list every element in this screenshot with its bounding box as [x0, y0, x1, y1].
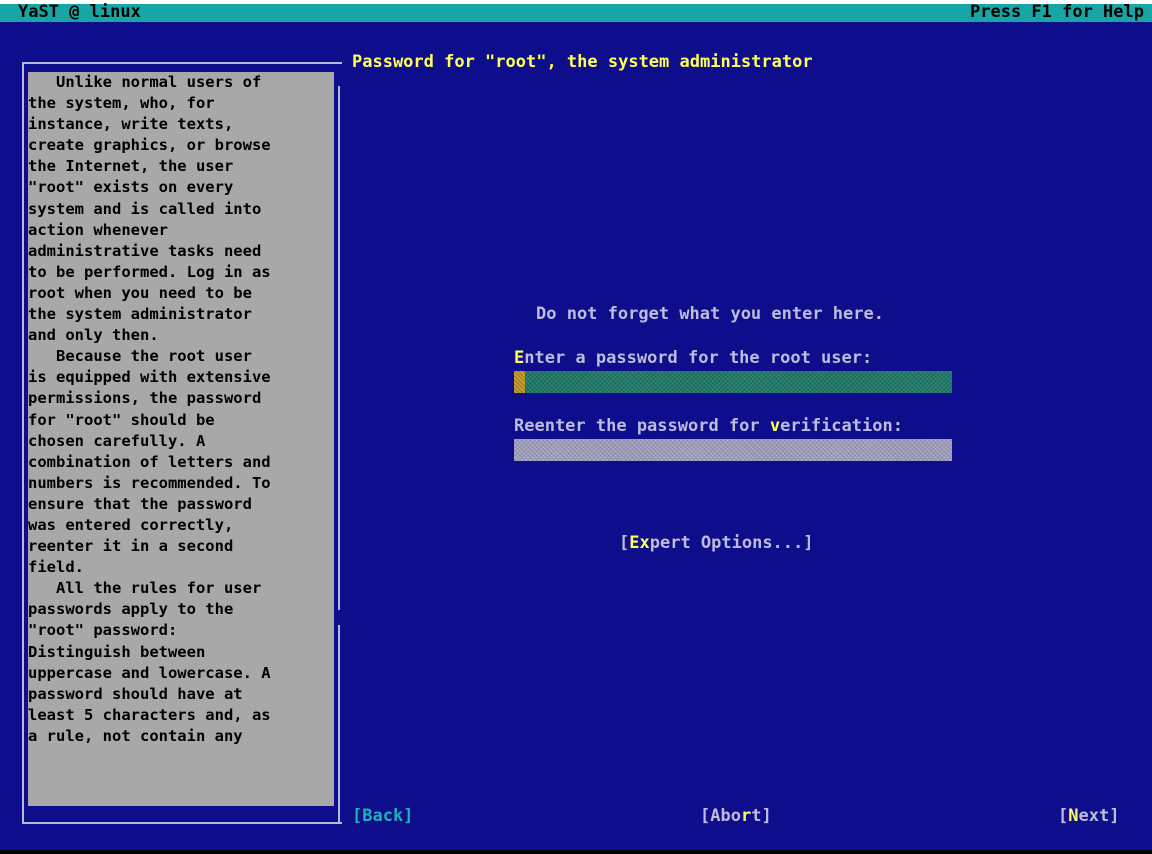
password-label-hotkey: E [514, 348, 525, 368]
password-field[interactable] [514, 371, 952, 393]
next-label-post: ext] [1078, 806, 1120, 826]
verify-label-hotkey: v [769, 416, 781, 436]
app-title: YaST @ linux [18, 2, 141, 22]
abort-hotkey: r [740, 806, 752, 826]
help-scrollbar-track-lower[interactable] [338, 625, 340, 824]
title-bar: YaST @ linux Press F1 for Help [0, 0, 1152, 22]
next-label-pre: [ [1058, 806, 1069, 826]
verify-label-text-pre: Reenter the password for [514, 416, 770, 436]
abort-label-pre: [Abo [700, 806, 741, 826]
help-text: Unlike normal users of the system, who, … [28, 73, 271, 745]
verify-password-field[interactable] [514, 439, 952, 461]
help-panel[interactable]: Unlike normal users of the system, who, … [28, 72, 334, 806]
dialog-title: Password for "root", the system administ… [352, 52, 813, 72]
hint-text: Do not forget what you enter here. [536, 304, 884, 324]
expert-options-bracket: [ [619, 533, 630, 553]
yast-screen: YaST @ linux Press F1 for Help Unlike no… [0, 0, 1152, 854]
password-label: Enter a password for the root user: [514, 348, 872, 368]
help-hint: Press F1 for Help [970, 2, 1144, 22]
text-cursor [514, 371, 525, 393]
abort-button[interactable]: [Abort] [700, 806, 772, 826]
password-label-text: nter a password for the root user: [524, 348, 873, 368]
abort-label-post: t] [751, 806, 772, 826]
verify-label-text-post: erification: [780, 416, 903, 436]
verify-password-label: Reenter the password for verification: [514, 416, 903, 436]
next-hotkey: N [1068, 806, 1079, 826]
bottom-border [0, 850, 1152, 854]
expert-options-label: pert Options...] [649, 533, 814, 553]
help-scrollbar-track[interactable] [338, 86, 340, 610]
back-button[interactable]: [Back] [352, 806, 413, 826]
expert-options-hotkey: Ex [629, 533, 650, 553]
next-button[interactable]: [Next] [1058, 806, 1119, 826]
expert-options-button[interactable]: [Expert Options...] [619, 533, 814, 553]
